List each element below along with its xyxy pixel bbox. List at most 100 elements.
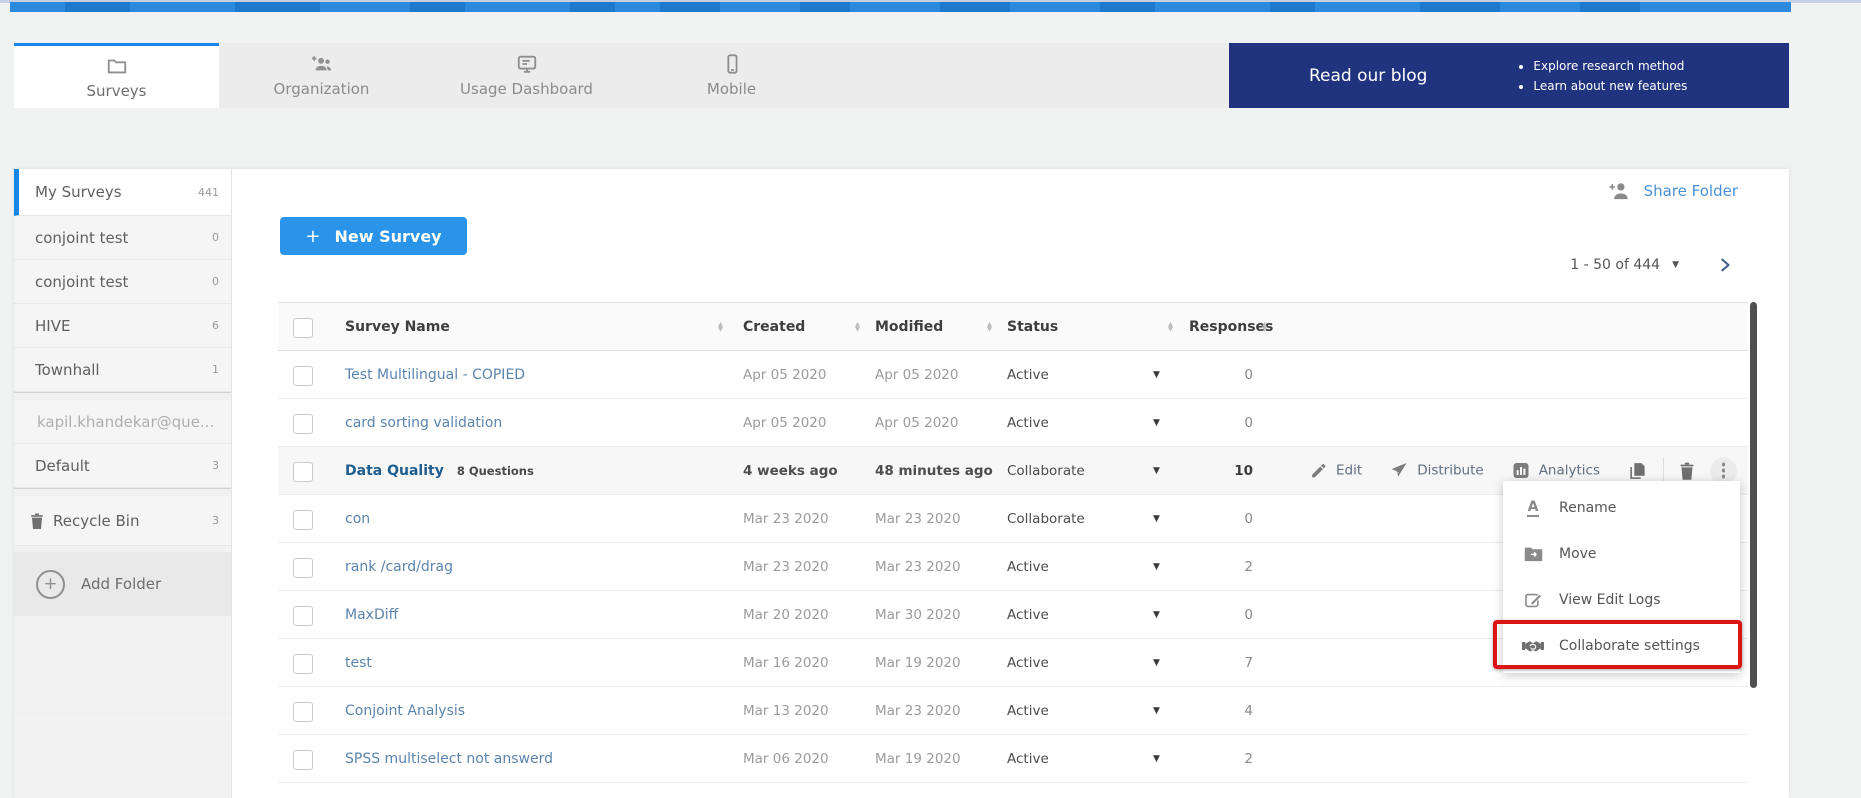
folder-label: kapil.khandekar@que... — [37, 413, 214, 431]
add-folder-button[interactable]: + Add Folder — [14, 552, 231, 616]
status-dropdown-caret[interactable]: ▼ — [1153, 610, 1160, 620]
folder-label: Default — [35, 457, 90, 475]
created-date: Apr 05 2020 — [743, 415, 826, 431]
column-header-status[interactable]: Status — [1007, 319, 1058, 335]
share-folder-button[interactable]: Share Folder — [1608, 181, 1738, 201]
tab-surveys[interactable]: Surveys — [14, 43, 219, 108]
survey-name-link[interactable]: rank /card/drag — [345, 559, 453, 575]
chevron-right-icon — [1717, 257, 1733, 273]
created-date: Mar 06 2020 — [743, 751, 829, 767]
status-dropdown-caret[interactable]: ▼ — [1153, 658, 1160, 668]
sidebar-item-townhall[interactable]: Townhall 1 — [14, 348, 231, 392]
menu-item-label: Move — [1559, 546, 1597, 562]
row-checkbox[interactable] — [293, 414, 313, 434]
responses-count: 0 — [1178, 607, 1253, 623]
row-checkbox[interactable] — [293, 606, 313, 626]
edit-label: Edit — [1336, 463, 1362, 479]
row-checkbox[interactable] — [293, 702, 313, 722]
select-all-checkbox[interactable] — [293, 318, 313, 338]
sidebar-item-hive[interactable]: HIVE 6 — [14, 304, 231, 348]
created-date: Apr 05 2020 — [743, 367, 826, 383]
sidebar-item-my-surveys[interactable]: My Surveys 441 — [14, 169, 231, 216]
modified-date: Apr 05 2020 — [875, 415, 958, 431]
plus-circle-icon: + — [36, 570, 65, 599]
read-our-blog-link[interactable]: Read our blog — [1309, 66, 1427, 86]
status-dropdown-caret[interactable]: ▼ — [1153, 562, 1160, 572]
status-value[interactable]: Active — [1007, 703, 1049, 719]
responses-count: 0 — [1178, 415, 1253, 431]
modified-date: Mar 30 2020 — [875, 607, 961, 623]
column-header-survey-name[interactable]: Survey Name — [345, 319, 450, 335]
new-survey-button[interactable]: + New Survey — [280, 217, 467, 255]
survey-name-link[interactable]: Data Quality — [345, 463, 444, 479]
next-page-button[interactable] — [1717, 257, 1733, 273]
row-checkbox[interactable] — [293, 510, 313, 530]
row-checkbox[interactable] — [293, 654, 313, 674]
distribute-button[interactable]: Distribute — [1390, 462, 1484, 480]
sidebar-item-default[interactable]: Default 3 — [14, 444, 231, 488]
sidebar-item-conjoint-test-2[interactable]: conjoint test 0 — [14, 260, 231, 304]
menu-item-collaborate-settings[interactable]: Collaborate settings — [1503, 623, 1740, 669]
paper-plane-icon — [1390, 462, 1408, 480]
row-checkbox[interactable] — [293, 462, 313, 482]
folder-label: conjoint test — [35, 229, 128, 247]
pencil-icon — [1310, 462, 1327, 479]
status-dropdown-caret[interactable]: ▼ — [1153, 754, 1160, 764]
status-value[interactable]: Active — [1007, 751, 1049, 767]
question-count-badge: 8 Questions — [457, 464, 534, 478]
pagination-range[interactable]: 1 - 50 of 444 — [1570, 257, 1660, 273]
status-dropdown-caret[interactable]: ▼ — [1153, 706, 1160, 716]
menu-item-view-edit-logs[interactable]: View Edit Logs — [1503, 577, 1740, 623]
tab-organization[interactable]: Organization — [219, 43, 424, 108]
status-value[interactable]: Active — [1007, 607, 1049, 623]
status-value[interactable]: Collaborate — [1007, 463, 1085, 479]
menu-item-rename[interactable]: A Rename — [1503, 485, 1740, 531]
pagination-caret-icon[interactable]: ▼ — [1672, 260, 1679, 270]
row-checkbox[interactable] — [293, 750, 313, 770]
sort-icon: ▲▼ — [718, 322, 723, 332]
row-context-menu: A Rename Move View Edit Logs Collaborate… — [1503, 481, 1740, 673]
edit-button[interactable]: Edit — [1310, 462, 1362, 479]
status-value[interactable]: Active — [1007, 415, 1049, 431]
survey-name-link[interactable]: Test Multilingual - COPIED — [345, 367, 525, 383]
responses-count: 4 — [1178, 703, 1253, 719]
column-header-responses[interactable]: Responses — [1189, 319, 1273, 335]
menu-item-move[interactable]: Move — [1503, 531, 1740, 577]
status-value[interactable]: Active — [1007, 559, 1049, 575]
survey-name-link[interactable]: card sorting validation — [345, 415, 502, 431]
tab-mobile[interactable]: Mobile — [629, 43, 834, 108]
delete-survey-button[interactable] — [1678, 461, 1696, 480]
status-value[interactable]: Collaborate — [1007, 511, 1085, 527]
tab-label: Surveys — [87, 82, 147, 100]
copy-survey-button[interactable] — [1628, 461, 1647, 480]
survey-name-link[interactable]: test — [345, 655, 372, 671]
sidebar-item-recycle-bin[interactable]: Recycle Bin 3 — [14, 496, 231, 546]
status-value[interactable]: Active — [1007, 367, 1049, 383]
survey-name-link[interactable]: SPSS multiselect not answerd — [345, 751, 553, 767]
more-options-button[interactable] — [1710, 457, 1737, 484]
survey-row: Conjoint Analysis Mar 13 2020 Mar 23 202… — [278, 687, 1748, 735]
tab-usage-dashboard[interactable]: Usage Dashboard — [424, 43, 629, 108]
status-dropdown-caret[interactable]: ▼ — [1153, 370, 1160, 380]
status-dropdown-caret[interactable]: ▼ — [1153, 514, 1160, 524]
responses-count: 10 — [1178, 463, 1253, 479]
status-dropdown-caret[interactable]: ▼ — [1153, 466, 1160, 476]
status-dropdown-caret[interactable]: ▼ — [1153, 418, 1160, 428]
dashboard-screen-icon — [516, 53, 538, 75]
status-value[interactable]: Active — [1007, 655, 1049, 671]
table-scrollbar[interactable] — [1750, 302, 1757, 688]
responses-count: 2 — [1178, 751, 1253, 767]
sidebar-item-shared-folder[interactable]: kapil.khandekar@que... — [14, 400, 231, 444]
column-header-created[interactable]: Created — [743, 319, 805, 335]
analytics-button[interactable]: Analytics — [1512, 462, 1600, 480]
sidebar-item-conjoint-test-1[interactable]: conjoint test 0 — [14, 216, 231, 260]
column-header-modified[interactable]: Modified — [875, 319, 943, 335]
survey-name-link[interactable]: con — [345, 511, 370, 527]
survey-name-link[interactable]: Conjoint Analysis — [345, 703, 465, 719]
row-checkbox[interactable] — [293, 558, 313, 578]
row-checkbox[interactable] — [293, 366, 313, 386]
survey-name-link[interactable]: MaxDiff — [345, 607, 398, 623]
tab-label: Usage Dashboard — [460, 80, 593, 98]
row-action-cluster: Edit Distribute Analytics — [1310, 457, 1737, 484]
folder-label: HIVE — [35, 317, 70, 335]
